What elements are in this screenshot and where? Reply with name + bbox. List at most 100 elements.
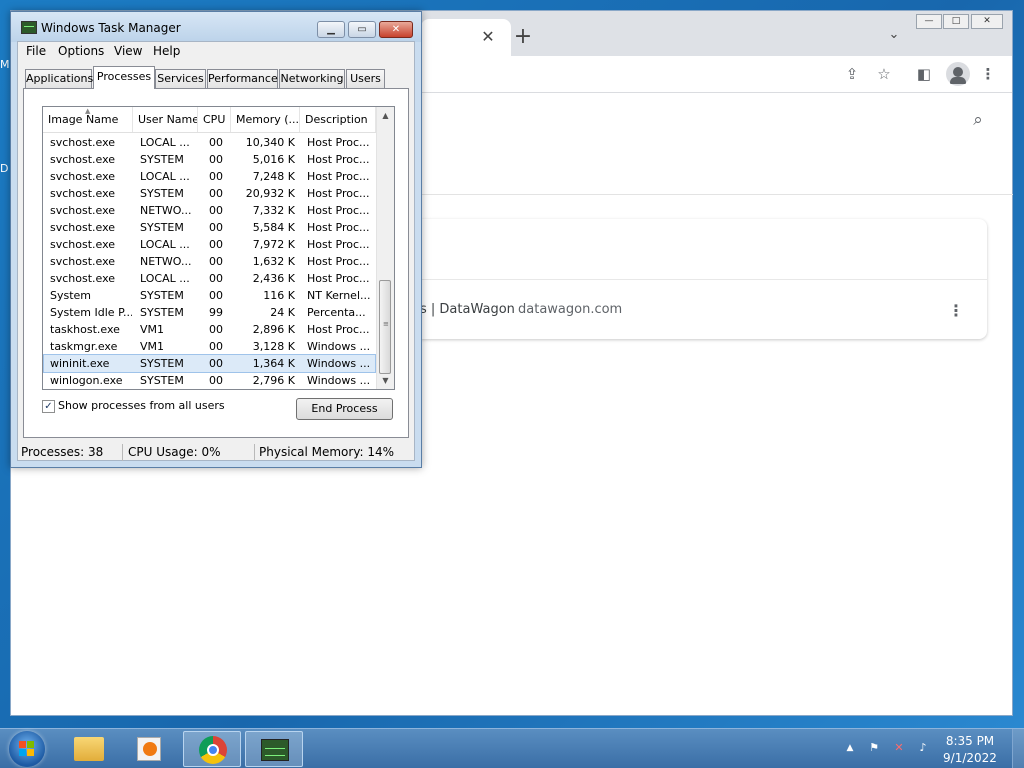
table-row[interactable]: System Idle P... SYSTEM 99 24 K Percenta... (44, 304, 375, 321)
table-row[interactable]: svchost.exe SYSTEM 00 5,016 K Host Proc... (44, 151, 375, 168)
cell-memory: 7,248 K (252, 170, 295, 183)
task-manager-window: Windows Task Manager ▁ ▭ ✕ File Options … (10, 11, 422, 468)
tab-services[interactable]: Services (155, 69, 206, 88)
table-row[interactable]: svchost.exe SYSTEM 00 5,584 K Host Proc... (44, 219, 375, 236)
cell-image-name: wininit.exe (50, 357, 110, 370)
table-row[interactable]: svchost.exe LOCAL ... 00 2,436 K Host Proc..… (44, 270, 375, 287)
scrollbar-thumb[interactable]: ≡ (379, 280, 391, 374)
close-button[interactable]: ✕ (379, 21, 413, 38)
clock-date: 9/1/2022 (943, 751, 997, 765)
cell-image-name: svchost.exe (50, 204, 116, 217)
action-center-flag-icon[interactable]: ⚑ (866, 740, 882, 756)
table-row[interactable]: svchost.exe LOCAL ... 00 10,340 K Host Proc.… (44, 134, 375, 151)
taskbar-windows-explorer[interactable] (60, 731, 118, 767)
card-divider (421, 279, 987, 280)
cell-user-name: LOCAL ... (140, 238, 190, 251)
column-cpu[interactable]: CPU (198, 107, 231, 132)
browser-maximize-button[interactable]: □ (943, 14, 969, 29)
table-row[interactable]: System SYSTEM 00 116 K NT Kernel... (44, 287, 375, 304)
process-list[interactable]: ▲ Image Name User Name CPU Memory (... D… (42, 106, 395, 390)
tab-networking[interactable]: Networking (279, 69, 345, 88)
star-icon[interactable]: ☆ (873, 63, 895, 85)
result-url: datawagon.com (518, 302, 623, 317)
column-image-name[interactable]: ▲ Image Name (43, 107, 133, 132)
more-options-icon[interactable]: ⋮ (947, 300, 965, 322)
tab-applications[interactable]: Applications (25, 69, 93, 88)
share-icon[interactable]: ⇪ (841, 63, 863, 85)
cell-memory: 10,340 K (245, 136, 295, 149)
table-row[interactable]: svchost.exe NETWO... 00 7,332 K Host Proc... (44, 202, 375, 219)
menu-help[interactable]: Help (153, 44, 180, 58)
result-title-link[interactable]: s | DataWagon (420, 302, 515, 317)
minimize-button[interactable]: ▁ (317, 21, 345, 38)
show-all-users-label[interactable]: Show processes from all users (58, 399, 225, 412)
status-physical-memory: Physical Memory: 14% (259, 445, 395, 459)
start-button[interactable] (9, 731, 45, 767)
cell-image-name: winlogon.exe (50, 374, 123, 387)
cell-image-name: svchost.exe (50, 153, 116, 166)
scroll-down-arrow-icon[interactable]: ▼ (377, 372, 394, 389)
cell-memory: 7,972 K (252, 238, 295, 251)
process-list-scrollbar[interactable]: ▲ ≡ ▼ (376, 107, 394, 389)
cell-user-name: SYSTEM (140, 357, 184, 370)
cell-memory: 5,584 K (252, 221, 295, 234)
cell-description: Host Proc... (307, 153, 370, 166)
profile-icon[interactable] (946, 62, 970, 86)
table-row[interactable]: wininit.exe SYSTEM 00 1,364 K Windows ... (43, 354, 376, 373)
tab-users[interactable]: Users (346, 69, 385, 88)
column-memory[interactable]: Memory (... (231, 107, 300, 132)
clock-time: 8:35 PM (945, 734, 995, 748)
cell-memory: 2,796 K (252, 374, 295, 387)
column-user-name[interactable]: User Name (133, 107, 198, 132)
status-cpu-usage: CPU Usage: 0% (125, 444, 255, 461)
cell-user-name: SYSTEM (140, 306, 184, 319)
clock[interactable]: 8:35 PM 9/1/2022 (938, 733, 1002, 767)
cell-image-name: svchost.exe (50, 238, 116, 251)
menu-options[interactable]: Options (58, 44, 104, 58)
table-row[interactable]: svchost.exe LOCAL ... 00 7,972 K Host Proc..… (44, 236, 375, 253)
table-row[interactable]: taskhost.exe VM1 00 2,896 K Host Proc... (44, 321, 375, 338)
cell-image-name: svchost.exe (50, 187, 116, 200)
show-hidden-icons-arrow-icon[interactable]: ▲ (842, 740, 858, 756)
browser-minimize-button[interactable]: — (916, 14, 942, 29)
cell-user-name: VM1 (140, 323, 165, 336)
menu-bar: File Options View Help (18, 42, 414, 62)
cell-image-name: System (50, 289, 92, 302)
task-manager-icon (261, 739, 289, 761)
network-disconnected-icon[interactable]: ✕ (891, 740, 907, 756)
search-icon[interactable]: ⌕ (967, 109, 989, 131)
tab-performance[interactable]: Performance (207, 69, 278, 88)
maximize-button[interactable]: ▭ (348, 21, 376, 38)
cell-image-name: svchost.exe (50, 272, 116, 285)
sidepanel-icon[interactable]: ◧ (913, 63, 935, 85)
scroll-up-arrow-icon[interactable]: ▲ (377, 107, 394, 124)
table-row[interactable]: svchost.exe NETWO... 00 1,632 K Host Proc... (44, 253, 375, 270)
taskbar-task-manager[interactable] (245, 731, 303, 767)
column-label: Image Name (48, 113, 119, 126)
cell-memory: 5,016 K (252, 153, 295, 166)
menu-view[interactable]: View (114, 44, 142, 58)
tab-processes[interactable]: Processes (93, 66, 155, 89)
cell-description: Host Proc... (307, 136, 370, 149)
volume-icon[interactable]: ♪ (915, 740, 931, 756)
cell-image-name: svchost.exe (50, 255, 116, 268)
table-row[interactable]: taskmgr.exe VM1 00 3,128 K Windows ... (44, 338, 375, 355)
tab-search-chevron-icon[interactable]: ⌄ (884, 25, 904, 45)
show-all-users-checkbox[interactable]: ✓ (42, 400, 55, 413)
table-row[interactable]: svchost.exe SYSTEM 00 20,932 K Host Proc... (44, 185, 375, 202)
column-description[interactable]: Description (300, 107, 376, 132)
cell-memory: 2,896 K (252, 323, 295, 336)
table-row[interactable]: winlogon.exe SYSTEM 00 2,796 K Windows ... (44, 372, 375, 389)
cell-memory: 1,632 K (252, 255, 295, 268)
browser-close-button[interactable]: ✕ (971, 14, 1003, 29)
taskbar-media-player[interactable] (121, 731, 179, 767)
cell-user-name: LOCAL ... (140, 170, 190, 183)
menu-icon[interactable]: ⋮ (977, 63, 999, 85)
new-tab-button[interactable]: + (511, 25, 535, 49)
tab-close-icon[interactable]: ✕ (478, 27, 498, 47)
table-row[interactable]: svchost.exe LOCAL ... 00 7,248 K Host Proc..… (44, 168, 375, 185)
taskbar-google-chrome[interactable] (183, 731, 241, 767)
menu-file[interactable]: File (26, 44, 46, 58)
show-desktop-button[interactable] (1012, 729, 1024, 768)
end-process-button[interactable]: End Process (296, 398, 393, 420)
